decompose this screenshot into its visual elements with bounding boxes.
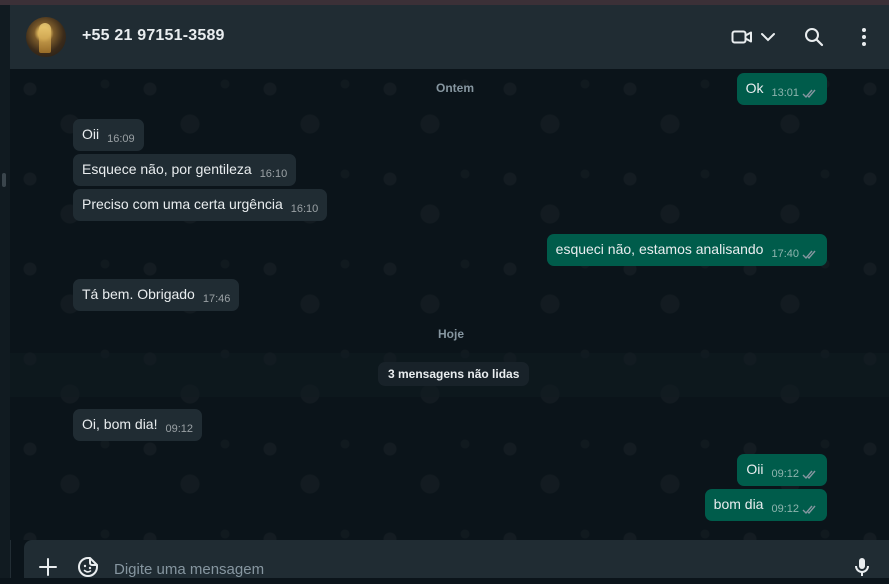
message-list[interactable]: Ontem Hoje 3 mensagens não lidas Ok 13:0… xyxy=(10,69,889,540)
message-incoming[interactable]: Oi, bom dia! 09:12 xyxy=(73,409,203,441)
chat-header: +55 21 97151-3589 xyxy=(10,5,889,69)
message-input[interactable] xyxy=(112,556,816,582)
message-text: Ok xyxy=(745,80,764,96)
message-text: Oii xyxy=(746,461,764,477)
kebab-menu-icon[interactable] xyxy=(852,25,876,49)
message-outgoing[interactable]: esqueci não, estamos analisando 17:40 xyxy=(546,234,827,266)
microphone-icon[interactable] xyxy=(850,555,874,579)
message-text: bom dia xyxy=(713,496,764,512)
double-check-icon xyxy=(802,470,816,480)
message-outgoing[interactable]: bom dia 09:12 xyxy=(704,489,827,521)
message-text: Esquece não, por gentileza xyxy=(82,161,252,177)
message-time: 09:12 xyxy=(771,503,799,515)
sticker-icon[interactable] xyxy=(76,555,100,579)
double-check-icon xyxy=(802,250,816,260)
double-check-icon xyxy=(802,89,816,99)
plus-icon[interactable] xyxy=(36,555,60,579)
search-icon[interactable] xyxy=(802,25,826,49)
resize-handle[interactable] xyxy=(2,173,6,187)
contact-name[interactable]: +55 21 97151-3589 xyxy=(82,27,225,45)
unread-messages-divider: 3 mensagens não lidas xyxy=(378,362,530,386)
message-time: 17:46 xyxy=(202,293,231,305)
message-time: 16:09 xyxy=(107,133,135,145)
message-text: Oii xyxy=(82,126,100,142)
message-text: Tá bem. Obrigado xyxy=(82,286,195,302)
message-text: Oi, bom dia! xyxy=(82,416,158,432)
message-text: Preciso com uma certa urgência xyxy=(82,196,283,212)
message-text: esqueci não, estamos analisando xyxy=(555,241,764,257)
message-time: 16:10 xyxy=(290,203,319,215)
avatar[interactable] xyxy=(26,17,66,57)
message-time: 09:12 xyxy=(165,423,194,435)
message-time: 09:12 xyxy=(771,468,799,480)
video-camera-icon[interactable] xyxy=(730,25,754,49)
double-check-icon xyxy=(802,505,816,515)
date-divider-yesterday: Ontem xyxy=(436,81,475,95)
message-time: 13:01 xyxy=(771,87,799,99)
chevron-down-icon[interactable] xyxy=(756,25,780,49)
message-time: 16:10 xyxy=(259,168,288,180)
message-outgoing[interactable]: Ok 13:01 xyxy=(736,73,827,105)
message-incoming[interactable]: Tá bem. Obrigado 17:46 xyxy=(73,279,240,311)
message-incoming[interactable]: Esquece não, por gentileza 16:10 xyxy=(73,154,297,186)
message-outgoing[interactable]: Oii 09:12 xyxy=(737,454,827,486)
message-incoming[interactable]: Oii 16:09 xyxy=(73,119,144,151)
message-composer xyxy=(24,540,889,582)
date-divider-today: Hoje xyxy=(438,327,465,341)
message-incoming[interactable]: Preciso com uma certa urgência 16:10 xyxy=(73,189,328,221)
message-time: 17:40 xyxy=(771,248,799,260)
